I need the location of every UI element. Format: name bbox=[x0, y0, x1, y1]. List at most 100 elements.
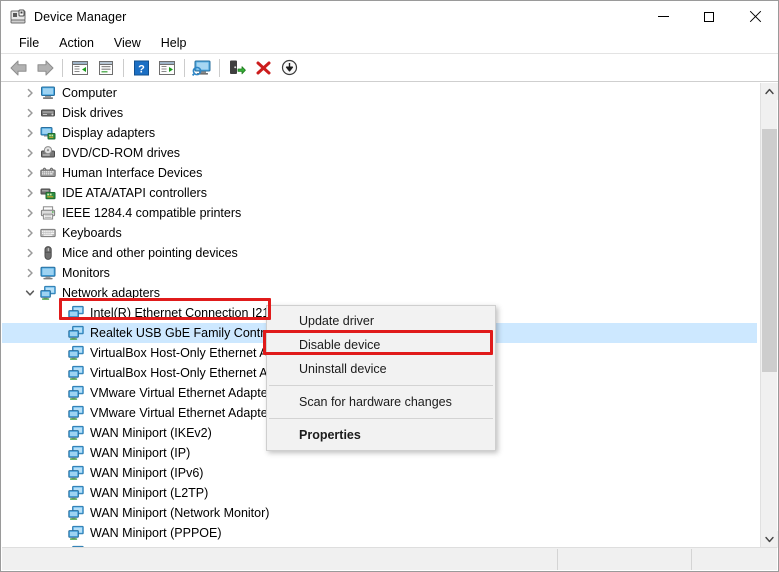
disk-drive-icon bbox=[40, 105, 56, 121]
disable-device-button[interactable] bbox=[276, 56, 302, 80]
monitor-scan-icon bbox=[192, 60, 211, 76]
network-device-icon bbox=[68, 485, 84, 501]
tree-node[interactable]: Human Interface Devices bbox=[2, 163, 757, 183]
ctx-scan-hardware[interactable]: Scan for hardware changes bbox=[267, 390, 495, 414]
chevron-right-icon[interactable] bbox=[22, 145, 38, 161]
tree-node[interactable]: DVD/CD-ROM drives bbox=[2, 143, 757, 163]
tree-node[interactable]: IDE ATA/ATAPI controllers bbox=[2, 183, 757, 203]
chevron-right-icon[interactable] bbox=[22, 105, 38, 121]
show-hide-tree-button[interactable] bbox=[67, 56, 93, 80]
menu-help[interactable]: Help bbox=[151, 34, 197, 52]
chevron-down-icon[interactable] bbox=[22, 285, 38, 301]
forward-button[interactable] bbox=[32, 56, 58, 80]
context-menu-separator bbox=[269, 418, 493, 419]
ctx-disable-device[interactable]: Disable device bbox=[267, 333, 495, 357]
tree-pane-icon bbox=[72, 60, 88, 75]
tree-node-label: VirtualBox Host-Only Ethernet Ada bbox=[90, 345, 282, 360]
tree-node[interactable]: WAN Miniport (Network Monitor) bbox=[2, 503, 757, 523]
tree-node[interactable]: Display adapters bbox=[2, 123, 757, 143]
menu-view[interactable]: View bbox=[104, 34, 151, 52]
detail-pane-icon bbox=[159, 60, 175, 75]
scan-hardware-button[interactable] bbox=[189, 56, 215, 80]
toolbar-separator bbox=[184, 58, 185, 77]
tree-node-label: IEEE 1284.4 compatible printers bbox=[62, 205, 242, 220]
tree-node[interactable]: WAN Miniport (PPPOE) bbox=[2, 523, 757, 543]
status-pane-three bbox=[692, 549, 776, 570]
ctx-properties[interactable]: Properties bbox=[267, 423, 495, 447]
tree-node-label: Realtek USB GbE Family Controller bbox=[90, 325, 288, 340]
tree-node-label: VMware Virtual Ethernet Adapter f bbox=[90, 405, 279, 420]
chevron-right-icon[interactable] bbox=[22, 185, 38, 201]
printer-icon bbox=[40, 205, 56, 221]
network-adapter-icon bbox=[40, 285, 56, 301]
chevron-right-icon[interactable] bbox=[22, 245, 38, 261]
toolbar-separator bbox=[62, 58, 63, 77]
tree-node[interactable]: Network adapters bbox=[2, 283, 757, 303]
network-device-icon bbox=[68, 505, 84, 521]
menu-file[interactable]: File bbox=[9, 34, 49, 52]
tree-node-label: Human Interface Devices bbox=[62, 165, 203, 180]
ctx-update-driver[interactable]: Update driver bbox=[267, 309, 495, 333]
chevron-right-icon[interactable] bbox=[22, 265, 38, 281]
tree-node-label: IDE ATA/ATAPI controllers bbox=[62, 185, 207, 200]
window-title: Device Manager bbox=[34, 9, 127, 24]
tree-node[interactable]: Mice and other pointing devices bbox=[2, 243, 757, 263]
toolbar-separator bbox=[219, 58, 220, 77]
tree-node[interactable]: IEEE 1284.4 compatible printers bbox=[2, 203, 757, 223]
chevron-right-icon[interactable] bbox=[22, 85, 38, 101]
uninstall-device-button[interactable] bbox=[250, 56, 276, 80]
tree-node[interactable]: Computer bbox=[2, 83, 757, 103]
chevron-none bbox=[50, 465, 66, 481]
minimize-button[interactable] bbox=[640, 1, 686, 32]
detail-view-button[interactable] bbox=[154, 56, 180, 80]
hid-icon bbox=[40, 165, 56, 181]
network-device-icon bbox=[68, 345, 84, 361]
network-device-icon bbox=[68, 365, 84, 381]
maximize-button[interactable] bbox=[686, 1, 732, 32]
chevron-none bbox=[50, 385, 66, 401]
help-button[interactable]: ? bbox=[128, 56, 154, 80]
network-device-icon bbox=[68, 305, 84, 321]
tree-node-label: Monitors bbox=[62, 265, 110, 280]
scroll-down-button[interactable] bbox=[761, 531, 778, 548]
ctx-uninstall-device[interactable]: Uninstall device bbox=[267, 357, 495, 381]
back-button[interactable] bbox=[6, 56, 32, 80]
monitor-icon bbox=[40, 265, 56, 281]
chevron-right-icon[interactable] bbox=[22, 205, 38, 221]
network-device-icon bbox=[68, 525, 84, 541]
tree-node-label: Network adapters bbox=[62, 285, 160, 300]
scroll-up-button[interactable] bbox=[761, 83, 778, 100]
tree-node-label: WAN Miniport (L2TP) bbox=[90, 485, 209, 500]
scroll-thumb[interactable] bbox=[762, 129, 777, 372]
close-icon bbox=[749, 11, 761, 23]
vertical-scrollbar[interactable] bbox=[760, 83, 778, 548]
tree-node[interactable]: WAN Miniport (L2TP) bbox=[2, 483, 757, 503]
back-arrow-icon bbox=[10, 60, 27, 75]
update-driver-icon bbox=[230, 60, 246, 75]
tree-node-label: Mice and other pointing devices bbox=[62, 245, 238, 260]
network-device-icon bbox=[68, 425, 84, 441]
chevron-none bbox=[50, 525, 66, 541]
context-menu[interactable]: Update driver Disable device Uninstall dev… bbox=[266, 305, 496, 451]
status-pane-two bbox=[558, 548, 692, 570]
close-button[interactable] bbox=[732, 1, 778, 32]
tree-node[interactable]: Keyboards bbox=[2, 223, 757, 243]
help-question-icon: ? bbox=[133, 60, 149, 75]
tree-node[interactable]: WAN Miniport (IPv6) bbox=[2, 463, 757, 483]
tree-node[interactable]: Disk drives bbox=[2, 103, 757, 123]
tree-node-label: Keyboards bbox=[62, 225, 122, 240]
maximize-icon bbox=[704, 11, 714, 22]
chevron-right-icon[interactable] bbox=[22, 225, 38, 241]
title-bar: Device Manager bbox=[1, 1, 778, 32]
toolbar-separator bbox=[123, 58, 124, 77]
tree-node-label: VMware Virtual Ethernet Adapter f bbox=[90, 385, 279, 400]
chevron-right-icon[interactable] bbox=[22, 125, 38, 141]
chevron-none bbox=[50, 365, 66, 381]
update-driver-button[interactable] bbox=[224, 56, 250, 80]
menu-action[interactable]: Action bbox=[49, 34, 104, 52]
chevron-none bbox=[50, 505, 66, 521]
tree-node[interactable]: Monitors bbox=[2, 263, 757, 283]
chevron-right-icon[interactable] bbox=[22, 165, 38, 181]
properties-button[interactable] bbox=[93, 56, 119, 80]
mouse-icon bbox=[40, 245, 56, 261]
